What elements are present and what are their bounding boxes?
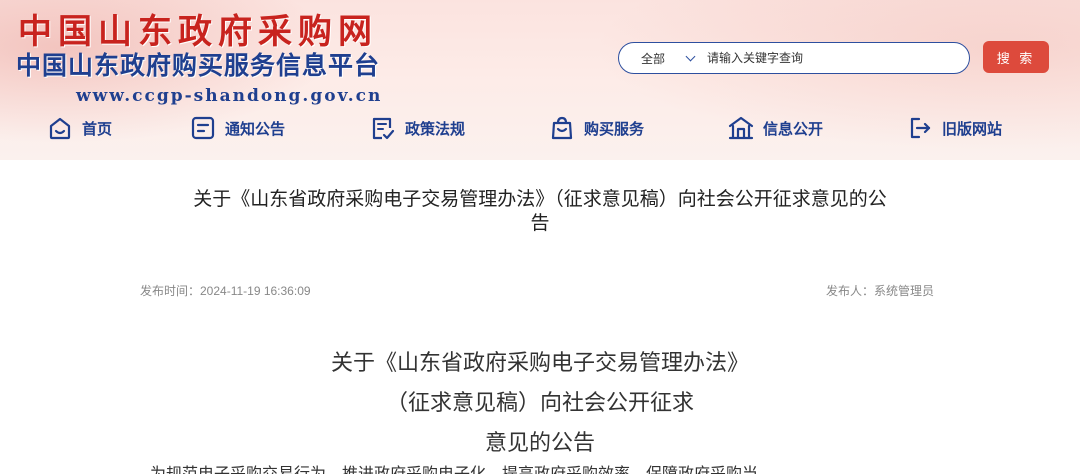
page-title-line: 关于《山东省政府采购电子交易管理办法》（征求意见稿）向社会公开征求意见的公 (193, 189, 887, 210)
nav-item-label: 信息公开 (763, 120, 824, 138)
nav-item-label: 购买服务 (584, 120, 645, 138)
article-heading-line: （征求意见稿）向社会公开征求 (385, 391, 694, 416)
search-scope-select[interactable]: 全部 (619, 50, 707, 67)
article-heading-line: 意见的公告 (484, 431, 595, 456)
policy-icon (372, 117, 395, 140)
home-icon (49, 117, 71, 140)
article-heading-line: 关于《山东省政府采购电子交易管理办法》 (330, 351, 749, 376)
logo-subtitle: 中国山东政府购买服务信息平台 (16, 51, 381, 80)
publisher: 发布人：系统管理员 (825, 284, 934, 298)
search-scope-value: 全部 (641, 51, 666, 66)
nav-item-label: 通知公告 (225, 120, 286, 138)
main-nav: 首页 通知公告 政策法规 购买服务 信息公开 旧版网站 (0, 108, 1080, 148)
nav-item-policies[interactable]: 政策法规 (369, 108, 465, 148)
exit-icon (910, 117, 931, 139)
nav-item-home[interactable]: 首页 (46, 108, 112, 148)
chevron-down-icon (685, 51, 696, 61)
article-paragraph: 为规范电子采购交易行为，推进政府采购电子化，提高政府采购效率，保障政府采购当 (150, 464, 759, 474)
article-heading: 关于《山东省政府采购电子交易管理办法》 （征求意见稿）向社会公开征求 意见的公告 (240, 344, 840, 464)
logo-url: www.ccgp-shandong.gov.cn (76, 86, 383, 106)
nav-item-label: 旧版网站 (942, 120, 1003, 138)
site-header: 中国山东政府采购网 中国山东政府购买服务信息平台 www.ccgp-shando… (0, 0, 1080, 160)
nav-item-info-disclosure[interactable]: 信息公开 (727, 108, 823, 148)
search-bar: 全部 (618, 42, 970, 74)
search-input[interactable] (707, 44, 969, 72)
nav-item-purchase-services[interactable]: 购买服务 (548, 108, 644, 148)
site-logo[interactable]: 中国山东政府采购网 中国山东政府购买服务信息平台 www.ccgp-shando… (14, 12, 484, 106)
nav-item-label: 首页 (82, 120, 113, 138)
publish-time: 发布时间：2024-11-19 16:36:09 (140, 284, 311, 298)
nav-item-label: 政策法规 (405, 120, 466, 138)
building-icon (728, 116, 754, 140)
logo-title: 中国山东政府采购网 (18, 12, 378, 52)
shopping-bag-icon (551, 116, 573, 140)
notice-icon (191, 116, 215, 140)
page-title-line: 告 (530, 213, 550, 234)
search-button[interactable]: 搜 索 (983, 41, 1049, 73)
article-content: 关于《山东省政府采购电子交易管理办法》（征求意见稿）向社会公开征求意见的公 告 … (0, 160, 1080, 474)
nav-item-notices[interactable]: 通知公告 (189, 108, 285, 148)
page-title: 关于《山东省政府采购电子交易管理办法》（征求意见稿）向社会公开征求意见的公 告 (140, 188, 940, 236)
nav-item-old-site[interactable]: 旧版网站 (906, 108, 1002, 148)
